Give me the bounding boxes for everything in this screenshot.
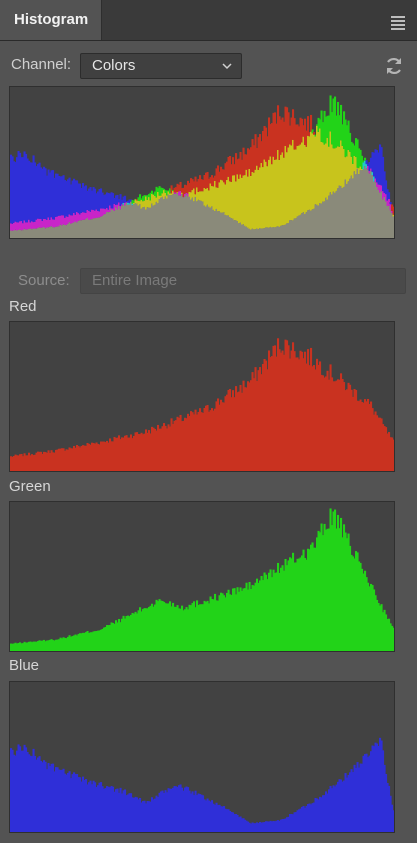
panel-menu-icon[interactable] — [391, 16, 405, 30]
histogram-bin — [388, 192, 391, 200]
channel-label: Channel: — [11, 56, 72, 73]
green-histogram-graph — [10, 508, 394, 651]
red-label: Red — [9, 298, 37, 315]
histogram-bin — [365, 160, 368, 165]
histogram-bin — [392, 214, 394, 217]
red-histogram — [9, 321, 395, 472]
blue-histogram — [9, 681, 395, 833]
histogram-bin — [151, 190, 154, 194]
green-label: Green — [9, 478, 51, 495]
histogram-panel: Histogram Channel: Colors Source: Entire… — [0, 0, 417, 843]
chevron-down-icon — [222, 63, 232, 70]
panel-tab-bar: Histogram — [0, 0, 417, 41]
histogram-bin — [313, 132, 316, 135]
source-label: Source: — [18, 272, 70, 289]
channel-select-value: Colors — [92, 57, 136, 74]
histogram-bin — [392, 206, 394, 215]
tab-histogram[interactable]: Histogram — [0, 0, 102, 40]
histogram-bin — [163, 188, 166, 191]
histogram-bin — [389, 202, 392, 205]
histogram-bin — [392, 439, 394, 471]
histogram-bin — [392, 810, 394, 832]
histogram-bin — [392, 627, 394, 651]
blue-label: Blue — [9, 657, 40, 674]
green-histogram — [9, 501, 395, 652]
source-select-value: Entire Image — [92, 272, 178, 289]
composite-histogram-graph — [10, 95, 394, 238]
histogram-bin — [392, 216, 394, 238]
red-histogram-graph — [10, 338, 394, 471]
histogram-bin — [310, 114, 313, 132]
source-select: Entire Image — [80, 268, 406, 294]
channel-select[interactable]: Colors — [80, 53, 242, 79]
refresh-icon[interactable] — [384, 56, 404, 76]
blue-histogram-graph — [10, 737, 394, 832]
composite-histogram — [9, 86, 395, 239]
